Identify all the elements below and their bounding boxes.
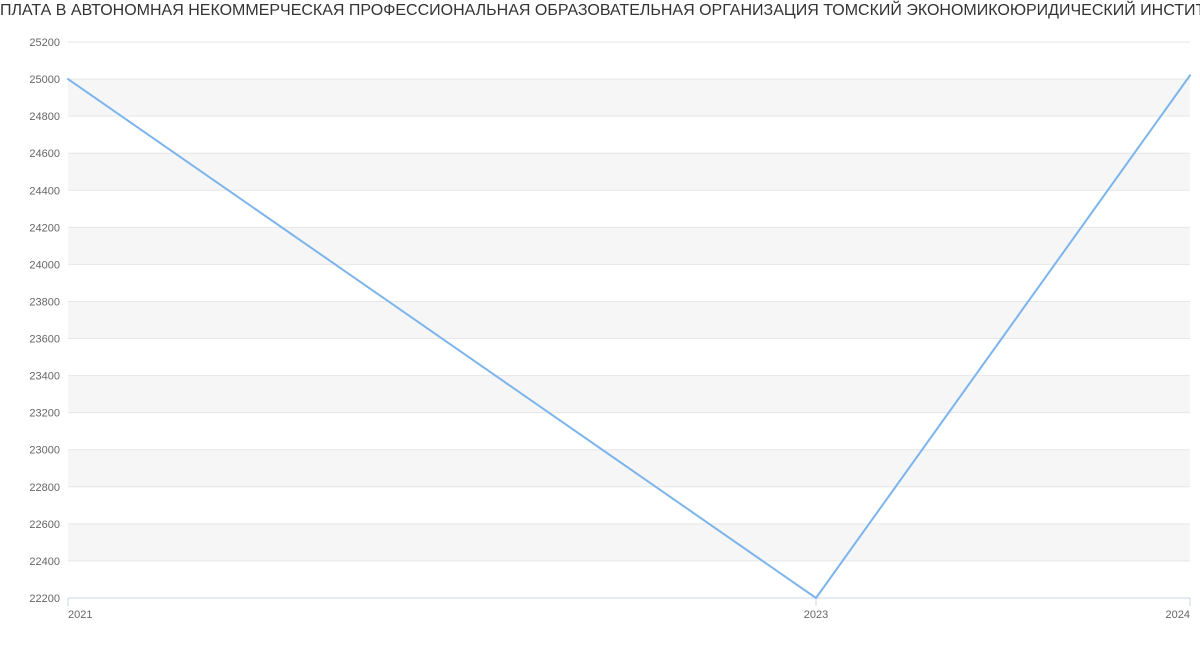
svg-text:22800: 22800 (29, 482, 60, 494)
svg-text:23600: 23600 (29, 334, 60, 346)
line-chart: 22200 22400 22600 22800 23000 23200 23400 23600… (0, 22, 1200, 650)
svg-text:25000: 25000 (29, 74, 60, 86)
svg-text:2023: 2023 (804, 609, 828, 621)
svg-text:24200: 24200 (29, 222, 60, 234)
svg-text:24000: 24000 (29, 259, 60, 271)
svg-text:23800: 23800 (29, 296, 60, 308)
svg-text:24400: 24400 (29, 185, 60, 197)
svg-text:24600: 24600 (29, 148, 60, 160)
svg-text:24800: 24800 (29, 111, 60, 123)
svg-text:25200: 25200 (29, 37, 60, 49)
svg-text:23400: 23400 (29, 371, 60, 383)
chart-title: ПЛАТА В АВТОНОМНАЯ НЕКОММЕРЧЕСКАЯ ПРОФЕС… (0, 2, 1200, 20)
svg-text:22200: 22200 (29, 593, 60, 605)
svg-text:2021: 2021 (68, 609, 92, 621)
svg-text:22400: 22400 (29, 556, 60, 568)
svg-text:23000: 23000 (29, 445, 60, 457)
svg-text:2024: 2024 (1166, 609, 1190, 621)
svg-text:22600: 22600 (29, 519, 60, 531)
svg-text:23200: 23200 (29, 408, 60, 420)
